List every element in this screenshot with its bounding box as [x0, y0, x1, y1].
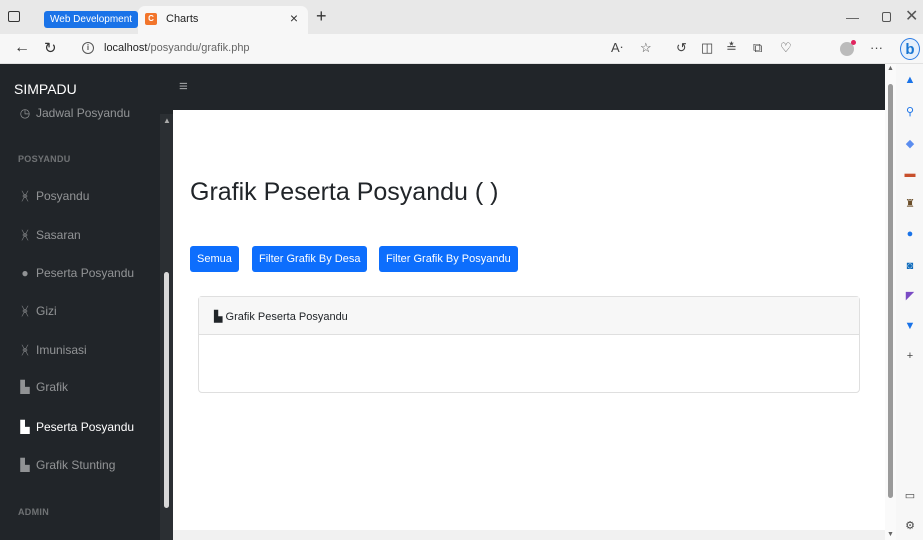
filter-by-desa-button[interactable]: Filter Grafik By Desa	[252, 246, 368, 272]
microsoft-365-icon[interactable]: ●	[904, 228, 916, 240]
sidebar-item-posyandu[interactable]: ᚸ Posyandu	[18, 189, 89, 203]
more-icon[interactable]: ···	[870, 41, 883, 55]
chart-card: ▙ Grafik Peserta Posyandu	[198, 296, 860, 393]
chart-area-icon: ▙	[214, 311, 226, 323]
sidebar-item-label: Grafik	[36, 380, 69, 394]
stethoscope-icon: ᚸ	[21, 228, 29, 242]
card-title: ▙ Grafik Peserta Posyandu	[214, 310, 348, 323]
extensions-icon[interactable]: ↺	[676, 41, 687, 55]
info-icon[interactable]: i	[82, 42, 94, 54]
stethoscope-icon: ᚸ	[21, 343, 29, 357]
sidebar-item-label: Grafik Stunting	[36, 458, 116, 472]
add-sidebar-app-icon[interactable]: +	[904, 350, 916, 362]
url-host: localhost	[104, 42, 148, 54]
chart-area-icon: ▙	[20, 420, 30, 434]
sidebar-item-imunisasi[interactable]: ᚸ Imunisasi	[18, 343, 87, 357]
page-scrollbar[interactable]: ▲ ▼	[885, 64, 896, 540]
bing-chat-icon[interactable]: b	[900, 38, 920, 60]
designer-icon[interactable]: ◤	[904, 290, 916, 302]
sidebar-item-label: Jadwal Posyandu	[36, 106, 131, 120]
reload-icon[interactable]: ↻	[44, 39, 57, 57]
app-sidebar: SIMPADU ◷ Jadwal Posyandu POSYANDU ᚸ Posya…	[0, 64, 173, 540]
chart-area-icon: ▙	[20, 458, 30, 472]
stethoscope-icon: ᚸ	[21, 189, 29, 203]
sidebar-heading-posyandu: POSYANDU	[18, 154, 71, 164]
profile-icon[interactable]	[840, 40, 856, 56]
stethoscope-icon: ᚸ	[21, 304, 29, 318]
sidebar-item-sasaran[interactable]: ᚸ Sasaran	[18, 228, 81, 242]
address-bar: ← ↻ i localhost/posyandu/grafik.php Aᐧ ☆…	[0, 34, 923, 64]
sidebar-item-grafik[interactable]: ▙ Grafik	[18, 380, 68, 394]
new-tab-button[interactable]: +	[316, 7, 327, 25]
maximize-icon[interactable]	[882, 12, 891, 22]
read-aloud-icon[interactable]: Aᐧ	[611, 41, 623, 55]
favorite-icon[interactable]: ☆	[640, 41, 652, 55]
scroll-up-arrow-icon[interactable]: ▲	[163, 116, 171, 125]
filter-by-posyandu-button[interactable]: Filter Grafik By Posyandu	[379, 246, 518, 272]
sidebar-item-grafik-stunting[interactable]: ▙ Grafik Stunting	[18, 458, 115, 472]
sidebar-item-label: Posyandu	[36, 189, 90, 203]
brand-logo[interactable]: SIMPADU	[14, 81, 77, 97]
semua-button[interactable]: Semua	[190, 246, 239, 272]
sidebar-item-label: Peserta Posyandu	[36, 420, 135, 434]
settings-gear-icon[interactable]: ⚙	[904, 520, 916, 532]
sidebar-scroll-thumb[interactable]	[164, 272, 169, 508]
card-title-text: Grafik Peserta Posyandu	[225, 311, 348, 323]
sidebar-item-label: Imunisasi	[36, 343, 87, 357]
url-field[interactable]: localhost/posyandu/grafik.php	[104, 42, 250, 54]
browser-essentials-icon[interactable]: ♡	[780, 41, 792, 55]
search-icon[interactable]: ⚲	[904, 106, 916, 118]
tab-group-label[interactable]: Web Development	[44, 11, 139, 28]
chart-favicon-icon: C	[145, 13, 157, 25]
favorites-icon[interactable]: ≛	[726, 41, 737, 55]
back-icon[interactable]: ←	[14, 39, 30, 57]
sidebar-item-gizi[interactable]: ᚸ Gizi	[18, 304, 57, 318]
sidebar-item-label: Gizi	[36, 304, 57, 318]
sidebar-heading-admin: ADMIN	[18, 507, 49, 517]
page-scroll-thumb[interactable]	[888, 84, 893, 498]
browser-tab-charts[interactable]: C Charts ×	[138, 6, 308, 34]
edge-sidebar: ▲ ⚲ ◆ ▬ ♜ ● ◙ ◤ ▼ + ▭ ⚙	[896, 64, 923, 540]
sidebar-item-grafik-peserta-posyandu[interactable]: ▙ Peserta Posyandu	[18, 420, 134, 434]
scroll-down-arrow-icon[interactable]: ▼	[887, 531, 894, 538]
horizontal-scroll-area	[173, 530, 885, 540]
card-header: ▙ Grafik Peserta Posyandu	[199, 297, 859, 335]
drop-icon[interactable]: ▼	[904, 320, 916, 332]
tools-icon[interactable]: ▬	[904, 168, 916, 180]
close-window-icon[interactable]: ✕	[905, 6, 918, 26]
main-content: Grafik Peserta Posyandu ( ) Semua Filter…	[173, 110, 885, 540]
sidebar-item-label: Sasaran	[36, 228, 81, 242]
url-path: /posyandu/grafik.php	[147, 42, 250, 54]
chart-area-icon: ▙	[20, 380, 30, 394]
sidebar-item-label: Peserta Posyandu	[36, 266, 135, 280]
scroll-up-arrow-icon[interactable]: ▲	[887, 65, 894, 72]
browser-tab-strip: Web Development C Charts × + — ✕	[0, 0, 923, 34]
tab-close-button[interactable]: ×	[290, 10, 298, 26]
collections-icon[interactable]: ⧉	[753, 41, 762, 55]
calendar-icon: ◷	[19, 106, 31, 120]
split-screen-icon[interactable]: ◫	[701, 41, 713, 55]
notification-bell-icon[interactable]: ▲	[904, 74, 916, 86]
sidebar-item-peserta-posyandu[interactable]: ● Peserta Posyandu	[18, 266, 134, 280]
menu-toggle-icon[interactable]: ≡	[179, 78, 188, 95]
user-icon: ●	[21, 266, 29, 280]
games-icon[interactable]: ♜	[904, 198, 916, 210]
tab-actions-icon[interactable]	[8, 11, 20, 22]
outlook-icon[interactable]: ◙	[904, 260, 916, 272]
sidebar-layout-icon[interactable]: ▭	[904, 490, 916, 502]
sidebar-item-jadwal[interactable]: ◷ Jadwal Posyandu	[18, 106, 130, 120]
top-navbar: ≡	[173, 64, 885, 110]
page-title: Grafik Peserta Posyandu ( )	[190, 178, 499, 206]
sidebar-scrollbar[interactable]: ▲	[160, 114, 173, 540]
shopping-tag-icon[interactable]: ◆	[904, 138, 916, 150]
tab-title: Charts	[166, 13, 199, 25]
minimize-icon[interactable]: —	[846, 10, 859, 25]
